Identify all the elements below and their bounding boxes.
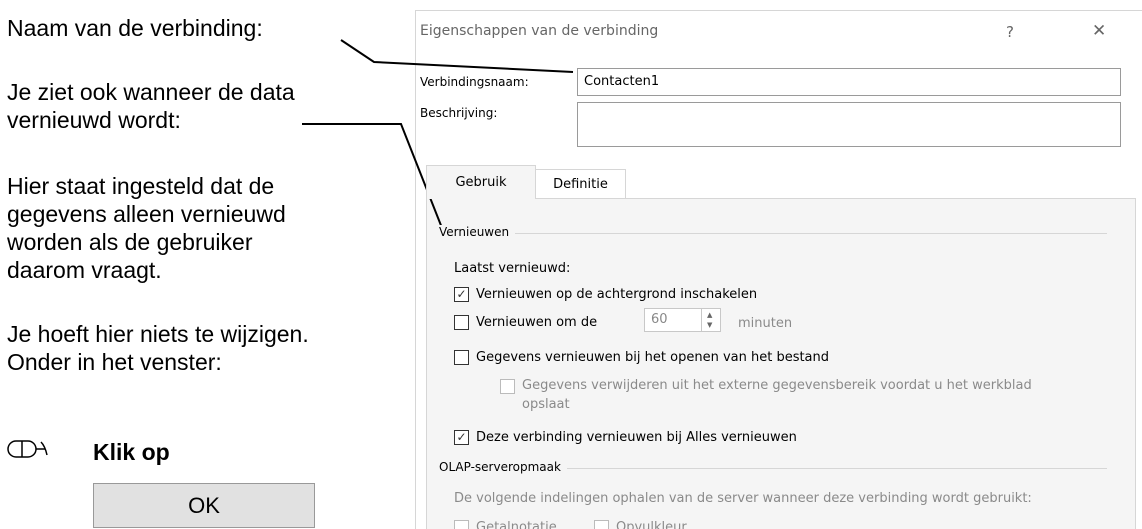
instruction-line: gegevens alleen vernieuwd [7,201,286,227]
instruction-line: Je hoeft hier niets te wijzigen. [7,321,309,347]
refresh-interval-input[interactable]: 60 [644,308,702,332]
instruction-line: vernieuwd wordt: [7,107,181,133]
last-refreshed-label: Laatst vernieuwd: [454,261,571,276]
tab-definition[interactable]: Definitie [536,169,626,198]
mouse-click-icon [7,440,48,458]
instruction-panel: Naam van de verbinding: Je ziet ook wann… [0,0,410,528]
instruction-line: Onder in het venster: [7,349,222,375]
remove-data-label-continued: opslaat [522,397,570,412]
close-button[interactable]: ✕ [1092,21,1106,41]
instruction-line: Je ziet ook wanneer de data [7,79,295,105]
help-button[interactable]: ? [1006,23,1014,41]
tab-usage[interactable]: Gebruik [426,165,536,199]
background-refresh-checkbox[interactable]: ✓ [454,287,469,302]
refresh-every-label: Vernieuwen om de [476,315,598,330]
connection-properties-dialog: Eigenschappen van de verbinding ? ✕ Verb… [415,10,1142,529]
refresh-group-label: Vernieuwen [439,225,516,239]
refresh-all-checkbox[interactable]: ✓ [454,430,469,445]
remove-data-label: Gegevens verwijderen uit het externe geg… [522,378,1032,393]
dialog-title: Eigenschappen van de verbinding [420,23,659,39]
connection-name-input[interactable]: Contacten1 [577,68,1121,96]
background-refresh-label: Vernieuwen op de achtergrond inschakelen [476,287,758,302]
refresh-on-open-checkbox[interactable] [454,350,469,365]
instruction-line: Hier staat ingesteld dat de [7,173,275,199]
chevron-down-icon[interactable]: ▼ [707,321,712,329]
ok-button[interactable]: OK [93,483,315,528]
description-input[interactable] [577,102,1121,147]
olap-group-label: OLAP-serveropmaak [439,460,567,474]
refresh-on-open-label: Gegevens vernieuwen bij het openen van h… [476,350,830,365]
olap-description: De volgende indelingen ophalen van de se… [454,491,1032,506]
group-divider [439,233,1107,234]
click-label: Klik op [93,439,170,465]
instruction-line: worden als de gebruiker [7,229,253,255]
instruction-line: Naam van de verbinding: [7,15,263,41]
instruction-line: daarom vraagt. [7,257,162,283]
connection-name-label: Verbindingsnaam: [420,75,529,89]
refresh-all-label: Deze verbinding vernieuwen bij Alles ver… [476,430,797,445]
minutes-label: minuten [738,316,793,331]
description-label: Beschrijving: [420,106,498,120]
refresh-interval-stepper[interactable]: ▲ ▼ [701,308,721,332]
chevron-up-icon[interactable]: ▲ [707,311,712,319]
remove-data-checkbox[interactable] [500,379,515,394]
refresh-every-checkbox[interactable] [454,315,469,330]
